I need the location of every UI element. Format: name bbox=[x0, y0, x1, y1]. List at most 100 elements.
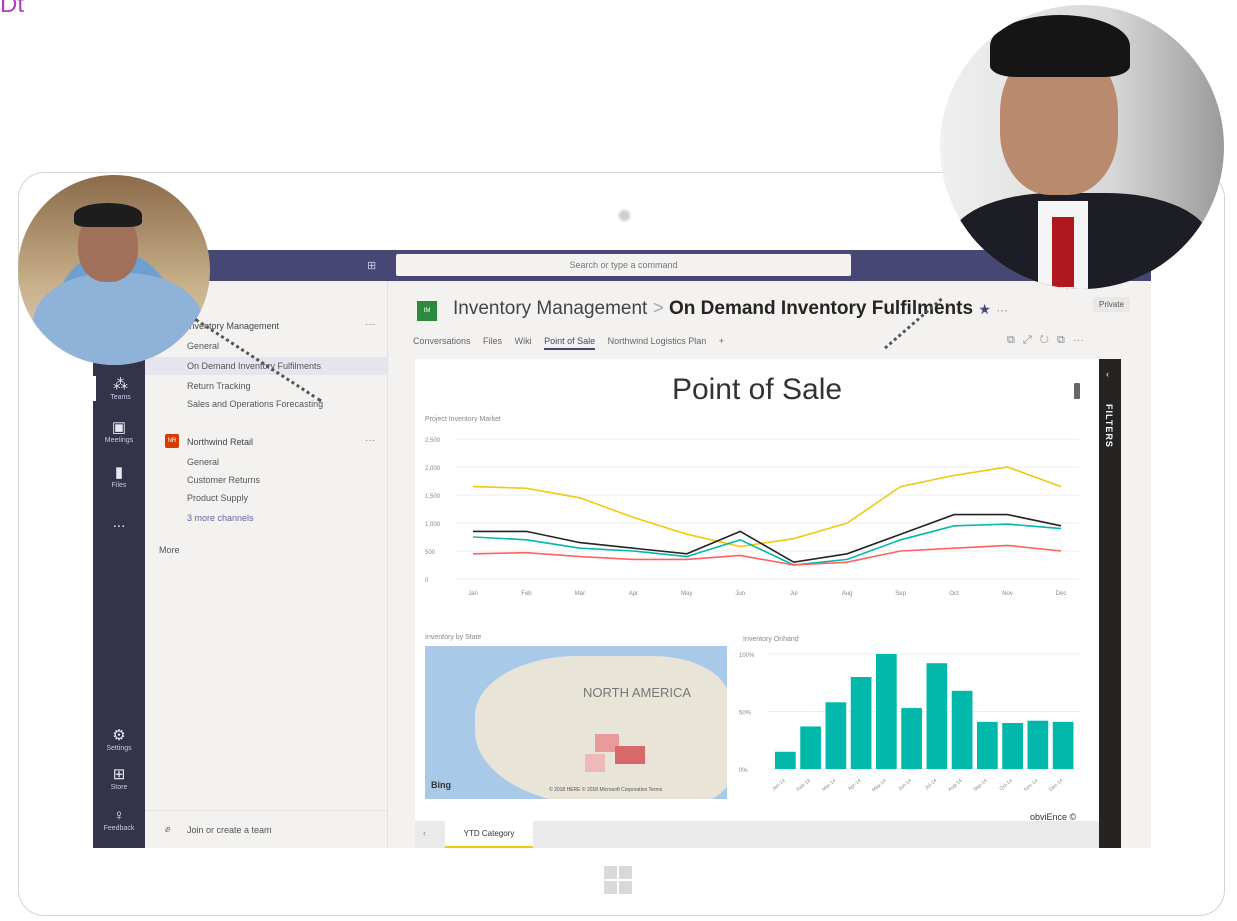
expand-icon[interactable]: ⤢ bbox=[1023, 334, 1040, 346]
search-input[interactable]: Search or type a command bbox=[396, 254, 851, 276]
rail-store[interactable]: ⊞ Store bbox=[93, 766, 145, 791]
series-line bbox=[472, 544, 1062, 566]
bookmark-icon[interactable] bbox=[1074, 383, 1080, 399]
map-land bbox=[475, 656, 727, 799]
main-content: IM Inventory Management > On Demand Inve… bbox=[403, 281, 1151, 848]
people-add-icon: ⅇ bbox=[165, 824, 171, 834]
rail-feedback[interactable]: ♀ Feedback bbox=[93, 807, 145, 832]
y-tick-label: 500 bbox=[425, 550, 436, 556]
breadcrumb-team[interactable]: Inventory Management bbox=[453, 298, 647, 319]
y-tick-label: 100% bbox=[739, 653, 755, 659]
chevron-left-icon[interactable]: ‹ bbox=[1106, 369, 1109, 379]
settings-icon: ⚙ bbox=[112, 727, 126, 744]
rail-meetings[interactable]: ▣ Meetings bbox=[93, 419, 145, 444]
brand-mark: Dt bbox=[0, 0, 24, 18]
tab-northwind-logistics[interactable]: Northwind Logistics Plan bbox=[608, 336, 707, 346]
x-tick-label: Aug-14 bbox=[947, 778, 963, 793]
x-tick-label: Apr bbox=[629, 591, 638, 597]
camera-icon bbox=[618, 209, 631, 222]
team-more-icon[interactable]: ··· bbox=[365, 319, 375, 330]
rail-files[interactable]: ▮ Files bbox=[93, 464, 145, 489]
channel-tabs: Conversations Files Wiki Point of Sale N… bbox=[413, 336, 734, 350]
x-tick-label: Jun bbox=[735, 591, 745, 597]
channel-item[interactable]: Return Tracking bbox=[187, 381, 251, 391]
bar-chart-title: Inventory Onhand bbox=[743, 636, 799, 643]
map-heat-region bbox=[585, 754, 605, 772]
team-more-icon[interactable]: ··· bbox=[365, 435, 375, 446]
bar bbox=[876, 654, 897, 769]
windows-logo-icon[interactable] bbox=[604, 866, 632, 894]
team-name[interactable]: Northwind Retail bbox=[187, 437, 253, 447]
line-chart-title: Project Inventory Market bbox=[425, 416, 501, 423]
chat-icon[interactable]: ⧉ bbox=[1007, 334, 1023, 346]
channel-item[interactable]: Product Supply bbox=[187, 493, 248, 503]
channel-item[interactable]: Customer Returns bbox=[187, 475, 260, 485]
bar bbox=[800, 726, 821, 769]
add-tab-button[interactable]: + bbox=[719, 336, 724, 346]
tab-point-of-sale[interactable]: Point of Sale bbox=[544, 336, 596, 350]
state-map[interactable]: NORTH AMERICA Bing © 2018 HERE © 2018 Mi… bbox=[425, 646, 727, 799]
channel-item[interactable]: Sales and Operations Forecasting bbox=[187, 399, 323, 409]
y-tick-label: 0% bbox=[739, 768, 748, 774]
bar bbox=[1052, 721, 1074, 769]
x-tick-label: Nov-14 bbox=[1023, 778, 1039, 793]
filters-label: FILTERS bbox=[1104, 404, 1114, 448]
x-tick-label: Jul bbox=[790, 591, 798, 597]
series-line bbox=[472, 466, 1062, 548]
x-tick-label: Feb-14 bbox=[796, 778, 812, 793]
x-tick-label: Jan-14 bbox=[771, 778, 787, 793]
y-tick-label: 0 bbox=[425, 578, 429, 584]
y-tick-label: 1,000 bbox=[425, 522, 441, 528]
page-title: Inventory Management > On Demand Invento… bbox=[453, 298, 1008, 320]
line-chart: 0 500 1,000 1,500 2,000 2,500 Jan Feb Mar Apr May J… bbox=[425, 438, 1079, 597]
x-tick-label: Nov bbox=[1002, 591, 1013, 597]
teams-icon: ⁂ bbox=[113, 376, 128, 393]
x-tick-label: May bbox=[681, 591, 692, 597]
x-tick-label: Aug bbox=[842, 591, 853, 597]
more-icon: ... bbox=[112, 514, 126, 531]
tab-toolbar: ⧉⤢↻⧉⋯ bbox=[1007, 334, 1092, 347]
bar bbox=[951, 690, 973, 769]
x-tick-label: Sep-14 bbox=[972, 778, 988, 793]
team-logo-icon: IM bbox=[417, 301, 437, 321]
tab-files[interactable]: Files bbox=[483, 336, 502, 346]
favorite-star-icon[interactable]: ★ bbox=[978, 301, 991, 317]
grid-icon[interactable]: ⊞ bbox=[367, 259, 376, 272]
team-avatar: NR bbox=[165, 434, 179, 448]
rail-settings[interactable]: ⚙ Settings bbox=[93, 727, 145, 752]
bar bbox=[825, 702, 847, 769]
y-tick-label: 1,500 bbox=[425, 494, 441, 500]
x-tick-label: Dec-14 bbox=[1048, 778, 1064, 793]
x-tick-label: Dec bbox=[1056, 591, 1067, 597]
page-tab-ytd-category[interactable]: YTD Category bbox=[445, 821, 533, 848]
x-tick-label: Mar-14 bbox=[821, 778, 837, 793]
x-tick-label: Oct bbox=[949, 591, 959, 597]
map-heat-region bbox=[615, 746, 645, 764]
more-teams-link[interactable]: More bbox=[159, 545, 180, 555]
report-canvas: Point of Sale Project Inventory Market 0… bbox=[415, 359, 1099, 848]
x-tick-label: Apr-14 bbox=[847, 778, 863, 792]
tab-wiki[interactable]: Wiki bbox=[515, 336, 532, 346]
teams-screen: ⊞ Search or type a command ⁂ Teams ▣ Meeti… bbox=[93, 250, 1151, 848]
rail-more[interactable]: ... bbox=[93, 514, 145, 532]
more-options-icon[interactable]: ⋯ bbox=[1073, 334, 1092, 346]
filters-pane[interactable]: ‹ FILTERS bbox=[1099, 359, 1121, 848]
prev-page-icon[interactable]: ‹ bbox=[423, 828, 426, 838]
refresh-icon[interactable]: ↻ bbox=[1040, 334, 1057, 346]
y-tick-label: 2,500 bbox=[425, 438, 441, 444]
feedback-icon: ♀ bbox=[113, 807, 125, 824]
presenter-avatar-left bbox=[18, 175, 210, 365]
rail-teams[interactable]: ⁂ Teams bbox=[93, 376, 145, 401]
x-tick-label: Feb bbox=[521, 591, 532, 597]
tab-conversations[interactable]: Conversations bbox=[413, 336, 471, 346]
join-team-row[interactable]: ⅇ Join or create a team bbox=[145, 810, 387, 848]
breadcrumb-separator: > bbox=[652, 298, 664, 319]
channel-more-icon[interactable]: ··· bbox=[996, 303, 1008, 317]
popout-icon[interactable]: ⧉ bbox=[1057, 334, 1073, 346]
map-region-label: NORTH AMERICA bbox=[583, 685, 692, 700]
bar bbox=[775, 751, 796, 769]
channel-item[interactable]: General bbox=[187, 457, 219, 467]
bing-logo: Bing bbox=[431, 780, 451, 790]
more-channels-link[interactable]: 3 more channels bbox=[187, 513, 254, 523]
join-team-label: Join or create a team bbox=[187, 825, 272, 835]
